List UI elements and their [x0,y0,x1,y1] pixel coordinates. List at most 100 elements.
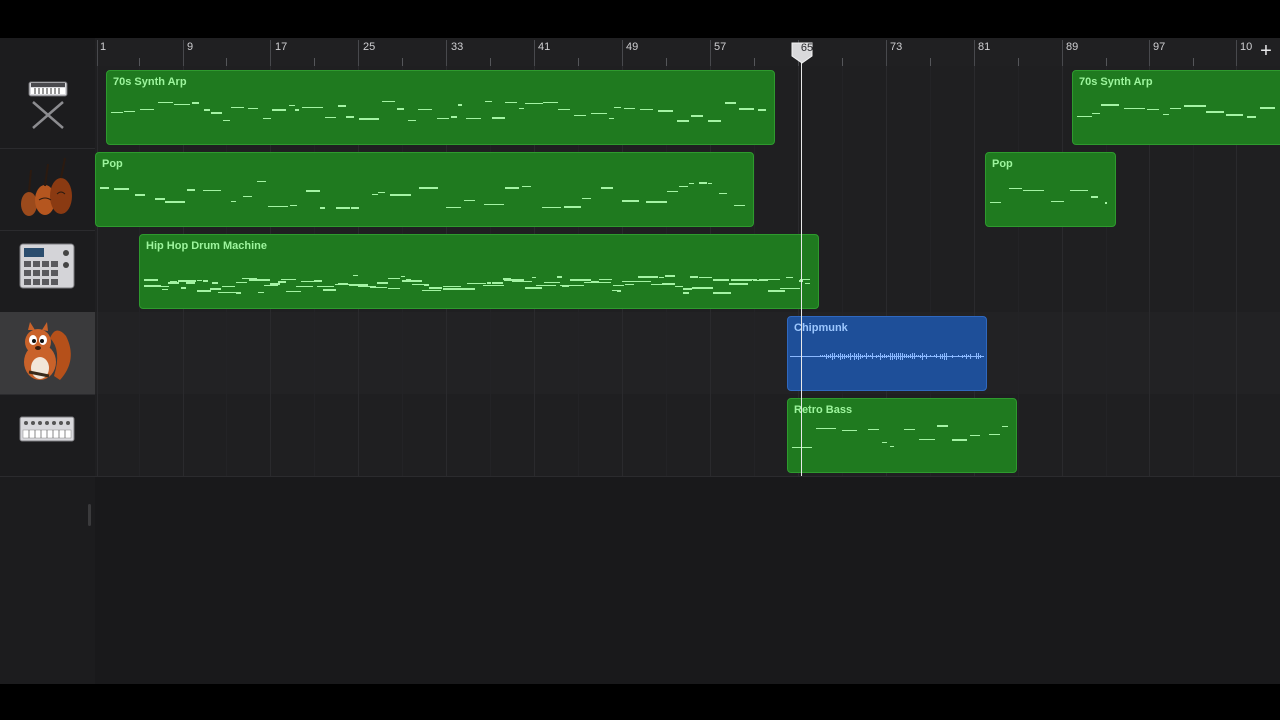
midi-note [699,182,707,184]
midi-note [492,117,505,119]
midi-note [314,280,322,282]
beat-tick [226,58,227,66]
audio-waveform-bar [960,355,961,357]
audio-waveform-bar [924,355,925,357]
midi-note [574,115,586,116]
audio-waveform-bar [962,354,963,358]
track-lane[interactable] [95,394,1280,477]
midi-note [236,282,247,283]
track-header-70s-synth-arp[interactable] [0,66,95,149]
audio-waveform-bar [890,352,891,360]
midi-note [295,109,299,111]
midi-note [990,202,1001,203]
track-header-retro-bass[interactable] [0,394,95,477]
midi-note [542,207,561,208]
track-headers [0,38,95,684]
midi-note [792,447,812,448]
top-black-bar [0,0,1280,38]
track-header-hip-hop-drum-machine[interactable] [0,230,95,313]
track-header-pop[interactable] [0,148,95,231]
midi-note [492,282,503,284]
midi-region[interactable]: 70s Synth Arp [106,70,775,145]
midi-note [624,108,635,109]
midi-region[interactable]: 70s Synth Arp [1072,70,1280,145]
audio-waveform-bar [966,353,967,359]
midi-region[interactable]: Pop [985,152,1116,227]
bar-number: 49 [626,41,639,53]
midi-note [1101,104,1119,106]
midi-note [168,282,179,284]
beat-tick [578,58,579,66]
midi-region[interactable]: Pop [95,152,754,227]
midi-note [734,205,745,206]
midi-note [197,280,202,281]
midi-note [613,285,624,286]
bar-ruler[interactable]: 1 9 17 25 33 41 49 57 73 81 89 97 10 + [95,38,1280,67]
midi-note [377,282,388,284]
midi-note [296,286,313,287]
midi-note [286,291,301,292]
midi-note [336,207,350,209]
track-header-chipmunk[interactable] [0,312,95,395]
audio-waveform-bar [980,354,981,358]
audio-waveform-bar [912,353,913,359]
midi-note [658,110,673,112]
midi-note [679,186,688,187]
bar-number: 1 [100,41,107,53]
playhead-line[interactable] [801,56,802,476]
audio-waveform-bar [880,352,881,360]
audio-waveform-bar [920,354,921,358]
region-name: Pop [102,158,123,170]
midi-note [408,120,416,121]
midi-note [560,285,567,286]
midi-note [904,429,915,430]
midi-note [699,277,712,278]
midi-note [1077,116,1092,117]
audio-waveform-bar [836,355,837,357]
string-ensemble-icon [21,157,72,216]
add-track-button[interactable]: + [1252,38,1280,66]
midi-note [463,288,467,289]
midi-region[interactable]: Retro Bass [787,398,1017,473]
audio-waveform-bar [844,353,845,359]
midi-note [458,104,462,106]
audio-region[interactable]: Chipmunk [787,316,987,391]
midi-note [446,207,461,208]
audio-waveform-bar [862,354,863,358]
midi-note [536,285,556,286]
audio-waveform-bar [918,355,919,357]
bass-synth-module-icon [19,416,75,442]
audio-waveform-bar [832,352,833,360]
midi-note [210,288,221,290]
midi-note [203,280,208,282]
midi-note [418,109,432,110]
track-header-resize-handle[interactable] [88,504,91,526]
midi-note [753,280,768,281]
midi-note [212,282,218,284]
beat-tick [754,58,755,66]
midi-note [158,102,173,103]
bar-number: 25 [363,41,376,53]
midi-note [257,181,266,182]
bar-number: 9 [187,41,194,53]
midi-note [485,101,492,102]
midi-note [713,292,731,294]
midi-note [1206,111,1224,113]
audio-waveform-bar [942,353,943,359]
midi-note [236,292,241,294]
midi-region[interactable]: Hip Hop Drum Machine [139,234,819,309]
audio-waveform-bar [954,355,955,357]
midi-note [651,284,662,285]
audio-waveform-bar [858,352,859,360]
audio-waveform-bar [926,353,927,359]
track-lane[interactable] [95,312,1280,395]
midi-note [532,277,536,278]
audio-waveform-bar [830,354,831,358]
bar-tick [1062,40,1063,66]
tracks-arrangement-area[interactable]: 70s Synth Arp 70s Synth Arp Pop Pop Hip … [95,66,1280,684]
playhead-bar-number: 65 [800,42,814,54]
beat-gridline [1018,66,1019,476]
midi-note [124,111,135,112]
audio-waveform-bar [950,355,951,357]
midi-note [349,284,368,286]
